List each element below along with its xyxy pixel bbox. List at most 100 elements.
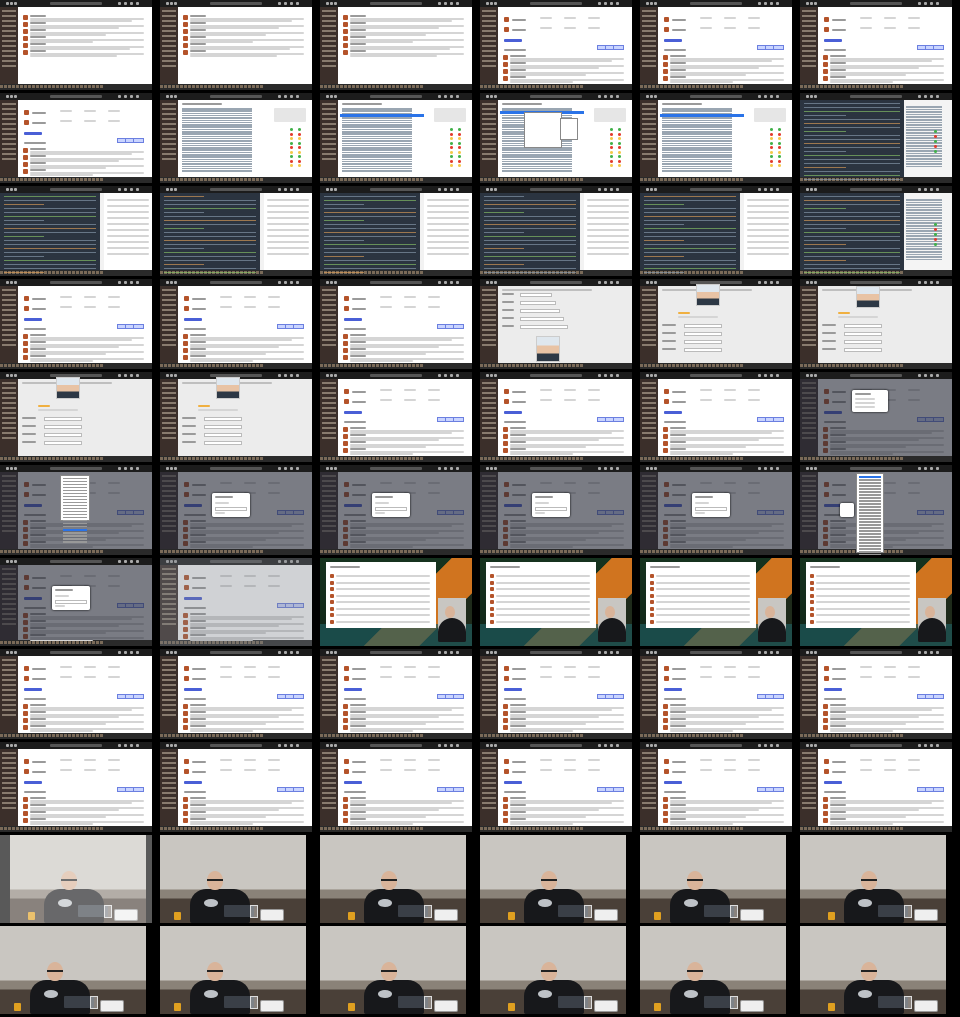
thumbnail-frame [480,279,632,369]
toolbar-icon [810,651,813,654]
code-line [484,235,576,237]
dock-icon [648,85,651,88]
toolbar-icon [650,95,653,98]
toolbar-icon [646,651,649,654]
thread-heading [24,328,46,330]
thumbnail-frame [160,926,312,1014]
toolbar-icon [770,374,773,377]
sidebar-item [482,772,496,774]
dock-icon [552,85,555,88]
browser-toolbar [480,0,632,7]
dock-icon [412,550,415,553]
dock-icon [504,457,507,460]
post-author [30,725,46,727]
sidebar-item [482,397,496,399]
avatar [343,427,348,432]
file-row [662,149,732,151]
member-cell [908,666,920,668]
sidebar-item [642,30,656,32]
toolbar-icon [918,744,921,747]
code-line [804,203,900,205]
dock-icon [556,827,559,830]
presenter-body [438,618,466,642]
toolbar-icon [918,467,921,470]
dock-icon [716,85,719,88]
dock-icon [96,271,99,274]
file-row [906,209,942,211]
dock-icon [532,827,535,830]
dock-icon [688,85,691,88]
post-author [30,29,46,31]
code-line [804,134,900,136]
toolbar-icon [444,95,447,98]
sidebar-item [642,339,656,341]
dock-icon [232,827,235,830]
sidebar-item [322,664,336,666]
dock-icon [520,550,523,553]
dock-icon [656,364,659,367]
dock-icon [560,85,563,88]
dock-icon [72,734,75,737]
sidebar-item [482,674,496,676]
sidebar-item [2,304,16,306]
status-dot [934,145,937,148]
screen-share [806,562,916,628]
sidebar-item [322,143,336,145]
dock-icon [708,457,711,460]
dock-icon [348,364,351,367]
thumbnail-frame [320,926,472,1014]
dock-icon [324,550,327,553]
file-row [182,108,252,110]
sidebar-item [802,299,816,301]
file-row [342,121,412,124]
toolbar-icon [124,281,127,284]
dock-icon [372,364,375,367]
dock-icon [864,364,867,367]
dock [320,549,472,555]
sidebar-item [322,782,336,784]
dock-icon [652,85,655,88]
code-editor [800,193,904,276]
post-text [190,729,253,732]
dock-icon [728,364,731,367]
avatar [183,811,188,816]
toolbar-icon [616,651,619,654]
dock-icon [404,734,407,737]
dock-icon [728,550,731,553]
dock-icon [892,827,895,830]
text-field [44,433,82,437]
code-line [164,267,256,269]
post-text [656,614,750,616]
post-text [267,217,309,219]
dock-icon [684,734,687,737]
dock [320,733,472,739]
dock-icon [860,734,863,737]
post-text [747,211,789,213]
file-row [182,163,252,165]
sidebar-item [642,674,656,676]
dock-icon [512,734,515,737]
sidebar-item [482,30,496,32]
toolbar-icon [6,560,9,563]
black-border [626,835,632,923]
field-label [662,332,676,334]
dock-icon [888,734,891,737]
dock-icon [380,457,383,460]
avatar [23,818,28,823]
dialog-row [535,512,545,514]
dock-icon [540,550,543,553]
address-bar [370,651,422,654]
sidebar-item [162,55,176,57]
dock-icon [16,364,19,367]
code-line [164,227,204,229]
toolbar-icon [604,188,607,191]
dock-icon [664,457,667,460]
caption [38,405,50,407]
dock-icon [244,457,247,460]
file-row [906,217,942,219]
toolbar-icon [284,467,287,470]
dock-icon [724,85,727,88]
member-cell [588,666,600,668]
member-cell [588,769,600,771]
address-bar [530,467,582,470]
